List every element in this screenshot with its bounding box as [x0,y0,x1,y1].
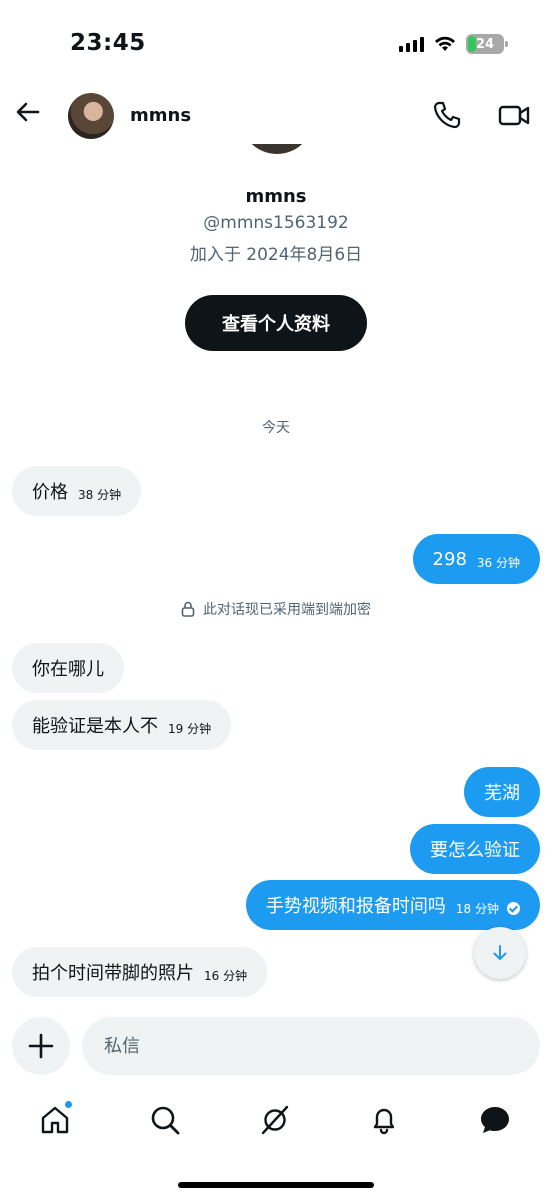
message-time: 16 分钟 [204,968,248,983]
message-time: 38 分钟 [78,487,122,502]
message-input[interactable] [82,1017,540,1075]
notifications-icon [373,1108,395,1135]
message-bubble[interactable]: 拍个时间带脚的照片 16 分钟 [12,947,268,997]
nav-home[interactable] [35,1100,75,1140]
plus-icon [28,1033,54,1059]
message-text: 价格 [32,482,68,503]
message-text: 能验证是本人不 [32,716,158,737]
profile-name: mmns [245,186,307,207]
message-bubble[interactable]: 要怎么验证 [410,824,540,874]
message-text: 298 [432,548,467,570]
read-receipt-icon [507,901,520,915]
profile-joined-date: 加入于 2024年8月6日 [189,245,363,265]
bottom-nav [0,1090,552,1150]
grok-icon [261,1105,289,1135]
phone-icon[interactable] [432,100,462,130]
view-profile-button[interactable]: 查看个人资料 [185,295,367,351]
avatar[interactable] [68,93,114,139]
nav-grok[interactable] [255,1100,295,1140]
back-arrow-icon[interactable] [14,98,42,126]
message-bubble[interactable]: 298 36 分钟 [412,534,540,584]
arrow-down-icon [493,945,507,960]
notification-dot [64,1100,73,1109]
wifi-icon [435,36,455,51]
header-username[interactable]: mmns [130,105,191,126]
scroll-to-bottom-button[interactable] [474,927,526,979]
battery-icon: 24 [466,34,508,54]
encryption-note-text: 此对话现已采用端到端加密 [203,602,371,618]
message-bubble[interactable]: 芜湖 [464,767,540,817]
message-bubble[interactable]: 价格 38 分钟 [12,466,142,516]
status-bar: 23:45 24 [0,0,552,88]
status-icons: 24 [399,34,508,54]
message-bubble[interactable]: 能验证是本人不 19 分钟 [12,700,232,750]
encryption-note: 此对话现已采用端到端加密 [0,599,552,619]
add-media-button[interactable] [12,1017,70,1075]
date-separator: 今天 [262,420,290,436]
nav-messages[interactable] [475,1100,515,1140]
lock-icon [181,601,195,617]
message-text: 拍个时间带脚的照片 [32,963,194,984]
messages-icon [481,1107,509,1133]
nav-notifications[interactable] [364,1100,404,1140]
video-camera-icon[interactable] [498,100,530,130]
home-indicator [178,1182,374,1188]
message-time: 19 分钟 [168,721,212,736]
message-text: 你在哪儿 [32,659,104,680]
message-time: 36 分钟 [476,555,520,570]
message-time: 18 分钟 [455,901,499,916]
status-time: 23:45 [70,30,146,56]
search-icon [151,1106,180,1135]
nav-search[interactable] [145,1100,185,1140]
message-text: 芜湖 [484,783,520,804]
message-bubble[interactable]: 手势视频和报备时间吗 18 分钟 [245,880,540,930]
message-text: 手势视频和报备时间吗 [265,896,446,917]
signal-icon [399,36,424,52]
conversation-header: mmns [0,88,552,144]
message-bubble[interactable]: 你在哪儿 [12,643,124,693]
message-text: 要怎么验证 [430,840,520,861]
profile-handle: @mmns1563192 [203,213,349,233]
